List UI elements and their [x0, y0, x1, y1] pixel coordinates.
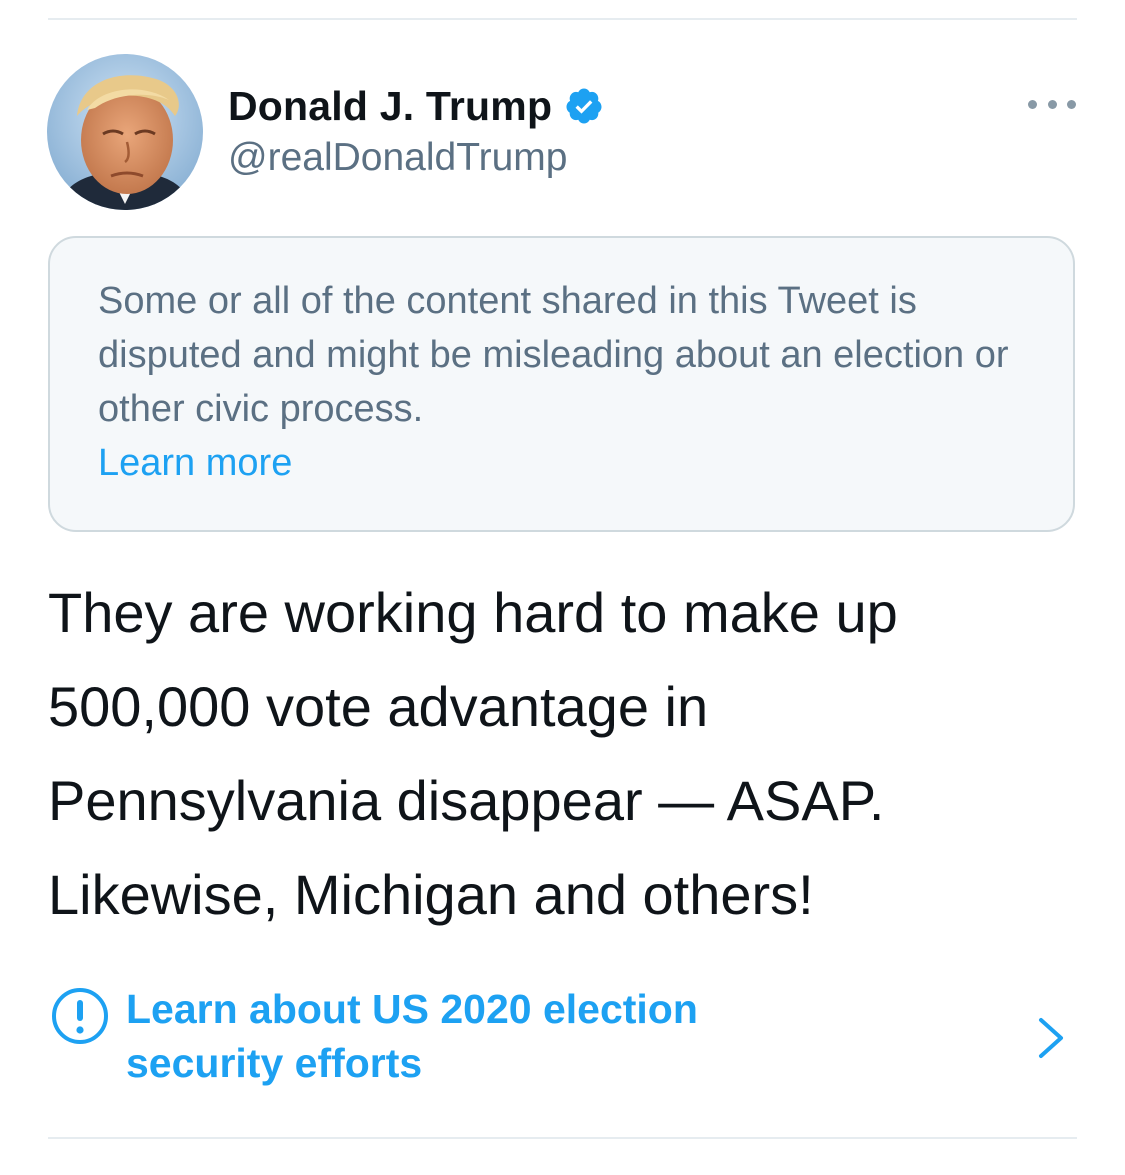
chevron-right-icon: [1036, 1016, 1066, 1060]
top-divider: [48, 18, 1077, 20]
author-name-row: Donald J. Trump: [228, 80, 604, 132]
more-options-icon[interactable]: [1028, 92, 1076, 116]
avatar-portrait: [47, 54, 203, 210]
verified-badge-icon: [564, 86, 604, 126]
author-display-name[interactable]: Donald J. Trump: [228, 83, 552, 130]
more-dot: [1067, 99, 1076, 109]
notice-text: Some or all of the content shared in thi…: [98, 280, 1009, 430]
election-link-label: Learn about US 2020 election security ef…: [126, 986, 698, 1086]
tweet-body: They are working hard to make up 500,000…: [48, 581, 898, 926]
learn-more-link[interactable]: Learn more: [98, 436, 292, 490]
election-security-link[interactable]: Learn about US 2020 election security ef…: [48, 982, 1078, 1094]
disputed-content-notice: Some or all of the content shared in thi…: [48, 236, 1075, 532]
exclamation-circle-icon: [50, 986, 110, 1046]
more-dot: [1028, 99, 1037, 109]
more-dot: [1047, 99, 1057, 109]
avatar[interactable]: [47, 54, 203, 210]
author-handle[interactable]: @realDonaldTrump: [228, 136, 567, 180]
bottom-divider: [48, 1137, 1077, 1139]
